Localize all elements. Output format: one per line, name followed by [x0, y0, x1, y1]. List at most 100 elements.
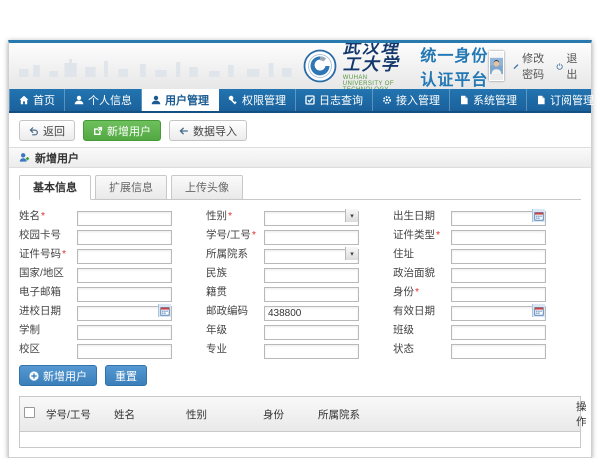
field-label: 有效日期: [393, 303, 451, 318]
field-control: [77, 284, 172, 299]
nav-item-log-query[interactable]: 日志查询: [296, 89, 373, 111]
home-icon: [19, 95, 29, 105]
major-input[interactable]: [264, 344, 359, 359]
student-id-input[interactable]: [264, 230, 359, 245]
reset-button-label: 重置: [115, 368, 137, 384]
log-icon: [305, 95, 315, 105]
political-status-input[interactable]: [451, 268, 546, 283]
dropdown-button[interactable]: ▾: [345, 209, 358, 222]
column-header-student-id: 学号/工号: [42, 397, 110, 432]
status-input[interactable]: [451, 344, 546, 359]
empty-cell: [314, 432, 572, 447]
submit-new-user-button[interactable]: 新增用户: [19, 365, 97, 386]
field-political-status: 政治面貌: [393, 265, 546, 280]
logout-link[interactable]: 退出: [556, 50, 581, 82]
column-header-identity: 身份: [259, 397, 314, 432]
tab-upload-avatar[interactable]: 上传头像: [171, 175, 243, 200]
campus-card-input[interactable]: [77, 230, 172, 245]
duration-input[interactable]: [77, 325, 172, 340]
tab-extended-info[interactable]: 扩展信息: [95, 175, 167, 200]
calendar-button[interactable]: [532, 304, 545, 317]
field-label-text: 年级: [206, 324, 227, 336]
address-input[interactable]: [451, 249, 546, 264]
field-label-text: 有效日期: [393, 305, 435, 317]
data-import-button[interactable]: 数据导入: [169, 120, 247, 141]
key-icon: [228, 95, 238, 105]
tab-basic-info[interactable]: 基本信息: [19, 175, 91, 200]
column-header-department: 所属院系: [314, 397, 572, 432]
reset-button[interactable]: 重置: [105, 365, 147, 386]
field-label-text: 籍贯: [206, 286, 227, 298]
empty-table-row: [20, 432, 580, 447]
doc-icon: [459, 95, 469, 105]
field-label: 年级: [206, 322, 264, 337]
nav-item-label: 日志查询: [319, 92, 363, 108]
field-control: [451, 246, 546, 261]
nav-item-label: 订阅管理: [550, 92, 594, 108]
submit-new-user-label: 新增用户: [43, 368, 87, 384]
nav-item-user-mgmt[interactable]: 用户管理: [142, 89, 219, 111]
identity-input[interactable]: [451, 287, 546, 302]
postal-code-input[interactable]: [264, 306, 359, 321]
table-header-row: 学号/工号姓名性别身份所属院系操作: [20, 397, 580, 432]
field-label-text: 身份: [393, 286, 414, 298]
select-all-header: [20, 397, 42, 432]
back-button[interactable]: 返回: [19, 120, 75, 141]
field-label-text: 政治面貌: [393, 267, 435, 279]
nav-item-label: 系统管理: [473, 92, 517, 108]
nav-item-home[interactable]: 首页: [9, 89, 65, 111]
id-number-input[interactable]: [77, 249, 172, 264]
field-postal-code: 邮政编码: [206, 303, 359, 318]
field-label-text: 所属院系: [206, 248, 248, 260]
field-label-text: 性别: [206, 210, 227, 222]
university-name-block: 武汉理工大学 WUHAN UNIVERSITY OF TECHNOLOGY: [343, 43, 407, 89]
field-class: 班级: [393, 322, 546, 337]
required-marker: *: [62, 248, 66, 260]
field-identity: 身份*: [393, 284, 546, 299]
header-user-area: 修改密码 退出: [489, 50, 581, 82]
change-password-label: 修改密码: [522, 50, 547, 82]
dropdown-button[interactable]: ▾: [345, 247, 358, 260]
field-birth-date: 出生日期: [393, 208, 546, 223]
field-grade: 年级: [206, 322, 359, 337]
field-label: 姓名*: [19, 208, 77, 223]
nav-item-access-mgmt[interactable]: 接入管理: [373, 89, 450, 111]
calendar-button[interactable]: [158, 304, 171, 317]
email-input[interactable]: [77, 287, 172, 302]
grade-input[interactable]: [264, 325, 359, 340]
ethnicity-input[interactable]: [264, 268, 359, 283]
field-gender: 性别*▾: [206, 208, 359, 223]
nav-item-profile[interactable]: 个人信息: [65, 89, 142, 111]
field-control: [264, 341, 359, 356]
select-all-checkbox[interactable]: [24, 407, 35, 418]
empty-cell: [182, 432, 259, 447]
field-label-text: 邮政编码: [206, 305, 248, 317]
field-department: 所属院系 ▾: [206, 246, 359, 261]
new-user-button[interactable]: 新增用户: [83, 120, 161, 141]
nav-item-system-mgmt[interactable]: 系统管理: [450, 89, 527, 111]
change-password-link[interactable]: 修改密码: [513, 50, 547, 82]
field-label: 籍贯: [206, 284, 264, 299]
user-icon: [151, 95, 161, 105]
field-label: 状态: [393, 341, 451, 356]
field-label: 住址: [393, 246, 451, 261]
field-control: [451, 284, 546, 299]
nav-item-permission-mgmt[interactable]: 权限管理: [219, 89, 296, 111]
main-nav: 首页 个人信息 用户管理权限管理 日志查询接入管理 系统管理 订阅管理: [9, 89, 591, 113]
logout-label: 退出: [566, 50, 581, 82]
name-input[interactable]: [77, 211, 172, 226]
field-label-text: 电子邮箱: [19, 286, 61, 298]
field-control: [77, 303, 172, 318]
campus-input[interactable]: [77, 344, 172, 359]
native-place-input[interactable]: [264, 287, 359, 302]
nav-item-label: 用户管理: [165, 92, 209, 108]
nav-item-subscription-mgmt[interactable]: 订阅管理: [527, 89, 600, 111]
country-input[interactable]: [77, 268, 172, 283]
field-major: 专业: [206, 341, 359, 356]
calendar-button[interactable]: [532, 209, 545, 222]
class-input[interactable]: [451, 325, 546, 340]
form-tabs: 基本信息扩展信息上传头像: [19, 175, 581, 200]
field-label-text: 民族: [206, 267, 227, 279]
nav-item-label: 个人信息: [88, 92, 132, 108]
id-type-input[interactable]: [451, 230, 546, 245]
